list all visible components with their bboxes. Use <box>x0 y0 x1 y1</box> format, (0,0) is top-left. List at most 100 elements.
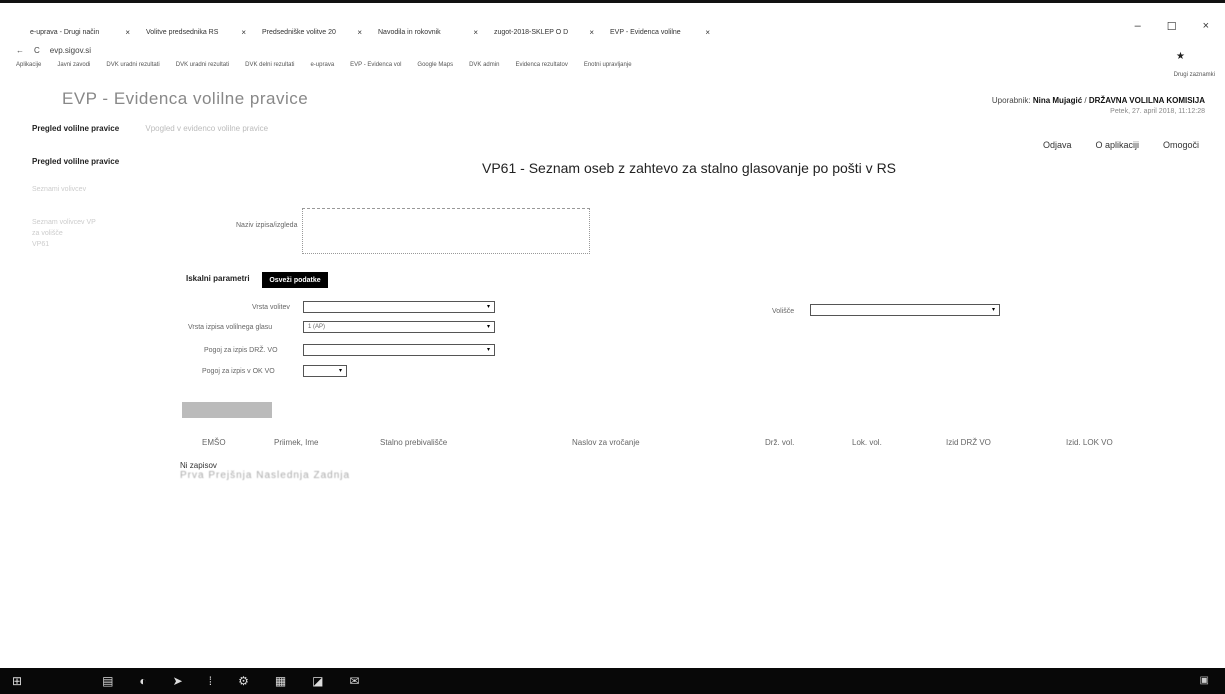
bookmark-item[interactable]: DVK uradni rezultati <box>106 62 159 76</box>
main-nav: Pregled volilne pravice Vpogled v eviden… <box>32 124 268 133</box>
column-header: Drž. vol. <box>765 438 795 447</box>
field-label: Pogoj za izpis v OK VO <box>202 368 275 375</box>
user-name: Nina Mujagić <box>1032 96 1083 105</box>
naziv-label: Naziv izpisa/izgleda <box>236 222 298 229</box>
refresh-data-button[interactable]: Osveži podatke <box>262 272 328 288</box>
windows-start-icon[interactable]: ⊞ <box>12 674 22 688</box>
reload-icon[interactable]: C <box>34 46 40 55</box>
column-header: Priimek, Ime <box>274 438 319 447</box>
field-label: Pogoj za izpis DRŽ. VO <box>204 347 278 354</box>
other-bookmarks[interactable]: Drugi zaznamki <box>1174 72 1215 78</box>
field-label: Vrsta volitev <box>252 304 290 311</box>
chevron-down-icon: ▾ <box>486 347 490 353</box>
chevron-down-icon: ▾ <box>338 368 342 374</box>
maximize-icon[interactable]: ☐ <box>1167 20 1177 33</box>
close-window-icon[interactable]: × <box>1203 20 1209 33</box>
window-top-border <box>0 0 1225 17</box>
tab-label: zugot-2018-SKLEP O D <box>494 28 569 36</box>
browser-tab[interactable]: e-uprava - Drugi način × <box>22 22 138 42</box>
sidebar-item[interactable]: Seznami volivcev <box>32 186 86 193</box>
field-label: Volišče <box>772 308 795 315</box>
url-field[interactable]: evp.sigov.si <box>50 46 91 55</box>
close-icon[interactable]: × <box>473 28 478 37</box>
bookmarks-bar: Aplikacije Javni zavodi DVK uradni rezul… <box>16 62 1206 76</box>
enable-link[interactable]: Omogoči <box>1163 140 1199 150</box>
user-separator: / <box>1082 96 1089 105</box>
browser-tab-bar: e-uprava - Drugi način × Volitve predsedn… <box>22 22 718 42</box>
tab-label: EVP - Evidenca volilne <box>610 28 681 36</box>
column-header: EMŠO <box>202 438 226 447</box>
close-icon[interactable]: × <box>125 28 130 37</box>
bookmark-item[interactable]: Aplikacije <box>16 62 41 76</box>
excel-icon[interactable]: ▦ <box>275 674 286 688</box>
logout-link[interactable]: Odjava <box>1043 140 1072 150</box>
app-title: EVP - Evidenca volilne pravice <box>62 89 309 108</box>
bookmark-item[interactable]: DVK admin <box>469 62 499 76</box>
browser-tab[interactable]: zugot-2018-SKLEP O D × <box>486 22 602 42</box>
tab-label: Predsedniške volitve 20 <box>262 28 336 36</box>
bookmark-item[interactable]: DVK uradni rezultati <box>176 62 229 76</box>
close-icon[interactable]: × <box>705 28 710 37</box>
bookmark-item[interactable]: Enotni upravljanje <box>584 62 632 76</box>
nav-item-pregled[interactable]: Pregled volilne pravice <box>32 124 119 133</box>
chevron-down-icon: ▾ <box>991 307 995 313</box>
bookmark-item[interactable]: DVK delni rezultati <box>245 62 294 76</box>
about-link[interactable]: O aplikaciji <box>1095 140 1139 150</box>
close-icon[interactable]: × <box>241 28 246 37</box>
column-header: Izid DRŽ VO <box>946 438 991 447</box>
close-icon[interactable]: × <box>589 28 594 37</box>
field-label: Vrsta izpisa volilnega glasu <box>188 324 273 331</box>
chevron-down-icon: ▾ <box>486 324 490 330</box>
search-params-label: Iskalni parametri <box>186 274 250 283</box>
bookmark-item[interactable]: Evidenca rezultatov <box>515 62 567 76</box>
browser-tab[interactable]: Volitve predsednika RS × <box>138 22 254 42</box>
naziv-textarea[interactable] <box>302 208 590 254</box>
top-links: Odjava O aplikaciji Omogoči <box>1043 140 1199 150</box>
window-controls: – ☐ × <box>1135 20 1209 33</box>
bookmark-item[interactable]: Javni zavodi <box>57 62 90 76</box>
sidebar-item[interactable]: VP61 <box>32 241 49 248</box>
column-header: Stalno prebivališče <box>380 438 448 447</box>
chevron-down-icon: ▾ <box>486 304 490 310</box>
pogoj-drz-select[interactable]: ▾ <box>303 344 495 356</box>
user-info: Uporabnik: Nina Mujagić / DRŽAVNA VOLILN… <box>992 96 1205 105</box>
vrsta-volitev-select[interactable]: ▾ <box>303 301 495 313</box>
current-datetime: Petek, 27. april 2018, 11:12:28 <box>1110 108 1205 115</box>
nav-item-vpogled[interactable]: Vpogled v evidenco volilne pravice <box>145 124 268 133</box>
file-explorer-icon[interactable]: ▤ <box>102 674 113 688</box>
bookmark-item[interactable]: EVP - Evidenca vol <box>350 62 401 76</box>
word-icon[interactable]: ◪ <box>312 674 323 688</box>
page-title: VP61 - Seznam oseb z zahtevo za stalno g… <box>482 160 897 176</box>
edge-icon[interactable]: ➤ <box>173 674 183 688</box>
tab-label: e-uprava - Drugi način <box>30 28 100 36</box>
sidebar-item[interactable]: za volišče <box>32 230 63 237</box>
search-button[interactable] <box>182 402 272 418</box>
pagination[interactable]: Prva Prejšnja Naslednja Zadnja <box>180 470 350 481</box>
pogoj-ok-select[interactable]: ▾ <box>303 365 347 377</box>
mail-icon[interactable]: ✉ <box>350 674 360 688</box>
bookmark-item[interactable]: e-uprava <box>310 62 334 76</box>
taskbar: ⊞ ▤ ◐ ➤ ⁞ ⚙ ▦ ◪ ✉ ▣ <box>0 668 1225 694</box>
user-prefix: Uporabnik: <box>991 96 1033 105</box>
column-header: Naslov za vročanje <box>572 438 640 447</box>
minimize-icon[interactable]: – <box>1135 20 1141 33</box>
notification-icon[interactable]: ▣ <box>1200 675 1209 686</box>
tab-label: Volitve predsednika RS <box>146 28 219 36</box>
browser-tab[interactable]: Navodila in rokovnik × <box>370 22 486 42</box>
bookmark-item[interactable]: Google Maps <box>417 62 453 76</box>
settings-icon[interactable]: ⚙ <box>238 674 249 688</box>
vrsta-izpisa-select[interactable]: 1 (AP) ▾ <box>303 321 495 333</box>
browser-tab[interactable]: Predsedniške volitve 20 × <box>254 22 370 42</box>
back-icon[interactable]: ← <box>16 46 24 55</box>
volisce-select[interactable]: ▾ <box>810 304 1000 316</box>
bookmark-star-icon[interactable]: ★ <box>1176 51 1185 62</box>
column-header: Lok. vol. <box>852 438 882 447</box>
column-header: Izid. LOK VO <box>1066 438 1113 447</box>
sidebar-item[interactable]: Seznam volivcev VP <box>32 219 96 226</box>
chrome-icon[interactable]: ◐ <box>139 674 146 688</box>
address-bar: ← C evp.sigov.si <box>16 42 91 58</box>
close-icon[interactable]: × <box>357 28 362 37</box>
outlook-icon[interactable]: ⁞ <box>209 674 212 688</box>
organization-name: DRŽAVNA VOLILNA KOMISIJA <box>1088 96 1205 105</box>
browser-tab-active[interactable]: EVP - Evidenca volilne × <box>602 22 718 42</box>
